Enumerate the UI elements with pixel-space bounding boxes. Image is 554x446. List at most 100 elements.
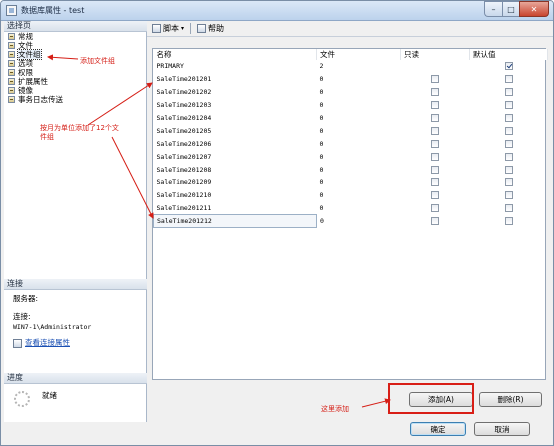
maximize-button[interactable]: □ xyxy=(502,1,519,17)
table-row[interactable]: SaleTime201206 0 xyxy=(154,137,548,150)
help-button[interactable]: 帮助 xyxy=(197,23,224,34)
column-header[interactable]: 只读 xyxy=(400,49,470,60)
toolbar-divider xyxy=(190,23,192,34)
minimize-button[interactable]: – xyxy=(484,1,502,17)
page-item[interactable]: 文件组 xyxy=(4,49,147,60)
filegroup-name[interactable]: SaleTime201204 xyxy=(154,112,317,125)
table-row[interactable]: SaleTime201210 0 xyxy=(154,189,548,202)
filegroup-name[interactable]: SaleTime201205 xyxy=(154,124,317,137)
filegroups-grid[interactable]: 名称 文件 只读 默认值 PRIMARY 2 SaleTime201201 0 SaleTim… xyxy=(152,48,548,380)
default-checkbox[interactable] xyxy=(504,165,513,174)
page-item[interactable]: 镜像 xyxy=(4,86,147,95)
table-row[interactable]: SaleTime201203 0 xyxy=(154,99,548,112)
readonly-checkbox[interactable] xyxy=(431,165,439,174)
filegroup-name[interactable]: SaleTime201209 xyxy=(154,176,317,189)
page-item-label: 选项 xyxy=(18,59,33,68)
filegroup-name[interactable]: SaleTime201212 xyxy=(153,214,317,229)
default-checkbox[interactable] xyxy=(504,152,513,161)
table-row[interactable]: SaleTime201207 0 xyxy=(154,150,548,163)
filegroup-name[interactable]: SaleTime201206 xyxy=(154,137,317,150)
readonly-cell xyxy=(401,99,470,112)
readonly-checkbox[interactable] xyxy=(431,152,439,161)
column-header[interactable]: 名称 xyxy=(153,49,317,60)
page-icon xyxy=(8,96,15,103)
page-item-label: 事务日志传送 xyxy=(18,95,63,104)
toolbar: 脚本 ▾ 帮助 xyxy=(147,21,553,37)
page-item[interactable]: 选项 xyxy=(4,59,147,68)
table-row[interactable]: PRIMARY 2 xyxy=(154,60,548,73)
page-list: 常规 文件 文件组 选项 权限 扩展属性 镜像 事务日志传送 xyxy=(4,32,147,104)
readonly-checkbox[interactable] xyxy=(431,217,439,226)
page-item[interactable]: 文件 xyxy=(4,41,147,50)
filegroup-name[interactable]: SaleTime201210 xyxy=(154,189,317,202)
filegroup-name[interactable]: PRIMARY xyxy=(154,60,317,73)
readonly-checkbox[interactable] xyxy=(431,75,439,84)
spinner-icon xyxy=(14,391,30,407)
page-item[interactable]: 常规 xyxy=(4,32,147,41)
default-checkbox[interactable] xyxy=(504,178,513,187)
page-item[interactable]: 权限 xyxy=(4,68,147,77)
readonly-cell xyxy=(401,137,470,150)
filegroup-name[interactable]: SaleTime201211 xyxy=(154,202,317,215)
readonly-cell xyxy=(401,150,470,163)
page-item[interactable]: 事务日志传送 xyxy=(4,95,147,104)
script-button[interactable]: 脚本 ▾ xyxy=(152,23,184,34)
table-row[interactable]: SaleTime201209 0 xyxy=(154,176,548,189)
view-connection-properties-link[interactable]: 查看连接属性 xyxy=(25,338,70,348)
default-checkbox[interactable] xyxy=(504,126,513,135)
filegroup-name[interactable]: SaleTime201203 xyxy=(154,99,317,112)
filegroup-name[interactable]: SaleTime201202 xyxy=(154,86,317,99)
file-count: 0 xyxy=(319,204,324,213)
default-cell xyxy=(470,163,548,176)
readonly-checkbox[interactable] xyxy=(431,178,439,187)
default-checkbox[interactable] xyxy=(504,62,513,71)
readonly-checkbox[interactable] xyxy=(431,101,439,110)
column-header[interactable]: 文件 xyxy=(316,49,401,60)
file-count: 0 xyxy=(319,88,324,97)
readonly-checkbox[interactable] xyxy=(431,204,439,213)
default-cell xyxy=(470,60,548,73)
default-cell xyxy=(470,189,548,202)
table-row[interactable]: SaleTime201201 0 xyxy=(154,73,548,86)
connection-value: WIN7-1\Administrator xyxy=(13,323,92,331)
close-button[interactable]: ✕ xyxy=(519,1,549,17)
readonly-checkbox[interactable] xyxy=(431,126,439,135)
readonly-checkbox[interactable] xyxy=(431,191,439,200)
default-checkbox[interactable] xyxy=(504,75,513,84)
table-row[interactable]: SaleTime201205 0 xyxy=(154,124,548,137)
column-header[interactable]: 默认值 xyxy=(469,49,548,60)
table-row[interactable]: SaleTime201208 0 xyxy=(154,163,548,176)
table-row[interactable]: SaleTime201202 0 xyxy=(154,86,548,99)
default-checkbox[interactable] xyxy=(504,139,513,148)
help-icon xyxy=(197,24,207,33)
readonly-checkbox[interactable] xyxy=(431,114,439,122)
cancel-button[interactable]: 取消 xyxy=(474,422,530,436)
remove-button[interactable]: 删除(R) xyxy=(479,392,542,407)
file-count: 0 xyxy=(319,165,324,174)
page-item[interactable]: 扩展属性 xyxy=(4,77,147,86)
default-checkbox[interactable] xyxy=(504,114,513,122)
ok-button[interactable]: 确定 xyxy=(410,422,466,436)
title-bar: 数据库属性 - test – □ ✕ xyxy=(1,1,553,21)
readonly-cell xyxy=(401,176,470,189)
readonly-checkbox[interactable] xyxy=(431,88,439,97)
readonly-checkbox[interactable] xyxy=(431,139,439,148)
file-count: 0 xyxy=(319,101,324,110)
table-row[interactable]: SaleTime201204 0 xyxy=(154,112,548,125)
default-checkbox[interactable] xyxy=(504,204,513,213)
select-page-header: 选择页 xyxy=(4,21,147,32)
default-checkbox[interactable] xyxy=(504,217,513,226)
table-row[interactable]: SaleTime201212 0 xyxy=(153,214,548,229)
page-item-label: 文件组 xyxy=(17,49,42,60)
default-checkbox[interactable] xyxy=(504,101,513,110)
progress-status: 就绪 xyxy=(42,391,57,400)
table-row[interactable]: SaleTime201211 0 xyxy=(154,202,548,215)
default-checkbox[interactable] xyxy=(504,191,513,200)
filegroup-name[interactable]: SaleTime201201 xyxy=(154,73,317,86)
filegroup-name[interactable]: SaleTime201207 xyxy=(154,150,317,163)
add-button-highlight xyxy=(388,383,474,414)
filegroup-name[interactable]: SaleTime201208 xyxy=(154,163,317,176)
page-icon xyxy=(8,33,15,40)
help-label: 帮助 xyxy=(208,24,225,33)
default-checkbox[interactable] xyxy=(504,88,513,97)
